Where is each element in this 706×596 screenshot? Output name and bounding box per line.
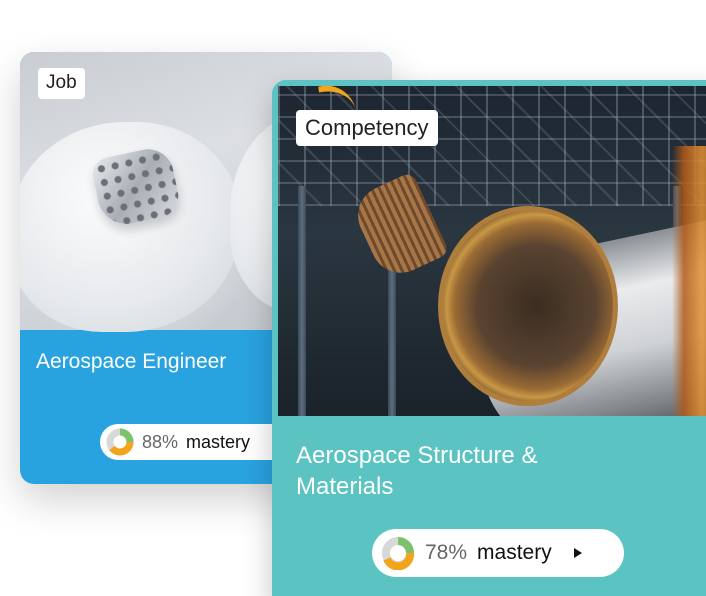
stage: Job Aerospace Engineer 88% mastery Compe… xyxy=(0,0,706,596)
job-mastery-label: mastery xyxy=(186,431,251,452)
competency-tag: Competency xyxy=(296,110,438,146)
job-mastery-pill[interactable]: 88% mastery xyxy=(100,424,290,460)
competency-title: Aerospace Structure & Materials xyxy=(296,442,538,500)
play-arrow-icon[interactable] xyxy=(573,548,582,558)
steel-column xyxy=(298,186,306,416)
donut-chart-icon xyxy=(106,428,134,456)
rocket-ring xyxy=(438,206,618,406)
orange-panel xyxy=(672,146,706,416)
competency-mastery-label: mastery xyxy=(477,541,552,564)
job-tag: Job xyxy=(38,68,85,99)
donut-chart-icon xyxy=(382,537,415,570)
competency-mastery-percent: 78% xyxy=(425,541,468,564)
competency-mastery-pill[interactable]: 78% mastery xyxy=(372,529,624,577)
job-mastery-percent: 88% xyxy=(142,431,179,452)
competency-card[interactable]: Competency Aerospace Structure & Materia… xyxy=(272,80,706,596)
job-title: Aerospace Engineer xyxy=(36,350,227,373)
